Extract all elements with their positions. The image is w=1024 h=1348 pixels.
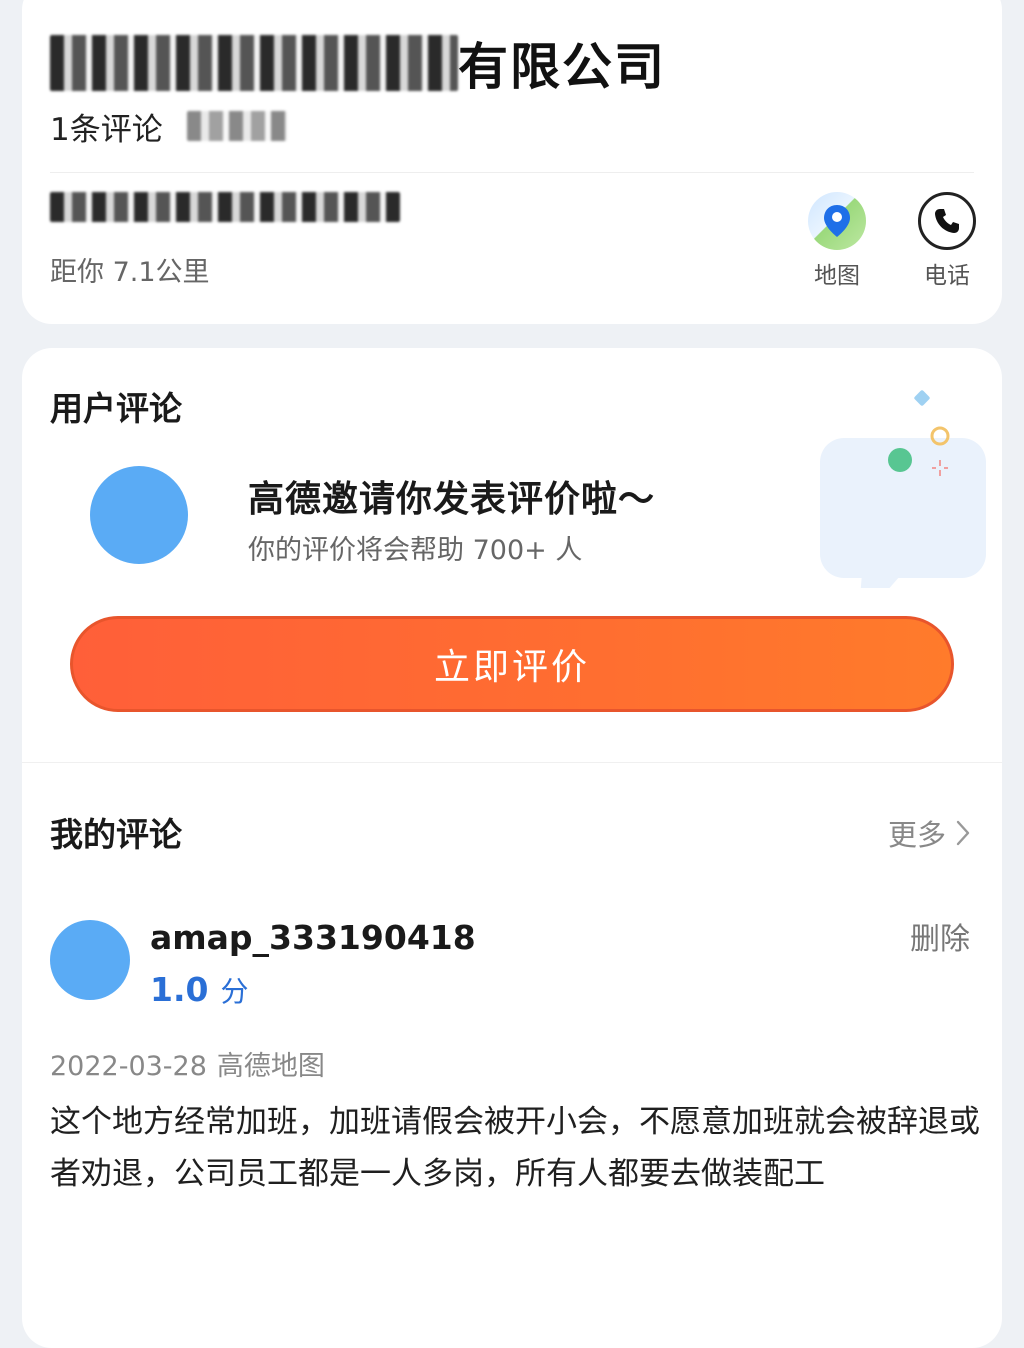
redacted-address <box>50 192 400 222</box>
phone-label: 电话 <box>924 263 970 289</box>
phone-icon <box>918 192 976 250</box>
distance-text: 距你 7.1公里 <box>50 257 210 288</box>
more-link[interactable]: 更多 <box>888 812 970 854</box>
rating-score: 1.0 分 <box>150 970 248 1010</box>
speech-bubble-illustration <box>820 390 986 588</box>
score-value: 1.0 <box>150 970 209 1009</box>
review-summary[interactable]: 1条评论 <box>50 104 287 148</box>
delete-button[interactable]: 删除 <box>910 914 970 958</box>
chevron-right-icon <box>956 820 970 846</box>
poi-title: 有限公司 <box>50 28 666 98</box>
map-button[interactable]: 地图 <box>792 192 882 290</box>
user-reviews-title: 用户评论 <box>50 389 182 428</box>
invite-title: 高德邀请你发表评价啦～ <box>248 479 656 520</box>
company-suffix: 有限公司 <box>458 38 666 96</box>
username[interactable]: amap_333190418 <box>150 918 476 957</box>
divider <box>22 762 1002 763</box>
review-source: 高德地图 <box>216 1051 325 1082</box>
invite-subtitle: 你的评价将会帮助 700+ 人 <box>248 535 583 566</box>
review-count: 1条评论 <box>50 111 163 148</box>
rate-now-button[interactable]: 立即评价 <box>70 616 954 712</box>
more-label: 更多 <box>887 818 946 852</box>
user-avatar[interactable] <box>50 920 130 1000</box>
review-date: 2022-03-28 <box>50 1051 207 1082</box>
review-meta: 2022-03-28 高德地图 <box>50 1044 325 1083</box>
review-content: 这个地方经常加班，加班请假会被开小会，不愿意加班就会被辞退或者劝退，公司员工都是… <box>50 1104 980 1192</box>
invite-avatar <box>90 466 188 564</box>
poi-info-card: 有限公司 1条评论 距你 7.1公里 地图 电话 <box>22 0 1002 324</box>
divider <box>50 172 974 173</box>
phone-button[interactable]: 电话 <box>902 192 992 290</box>
score-unit: 分 <box>220 975 249 1008</box>
redacted-company-name <box>50 35 458 91</box>
my-reviews-title: 我的评论 <box>50 815 182 854</box>
map-pin-icon <box>808 192 866 250</box>
reviews-card: 用户评论 高德邀请你发表评价啦～ 你的评价将会帮助 700+ 人 立即评价 我的… <box>22 348 1002 1348</box>
map-label: 地图 <box>814 263 860 289</box>
redacted-category <box>186 111 287 141</box>
